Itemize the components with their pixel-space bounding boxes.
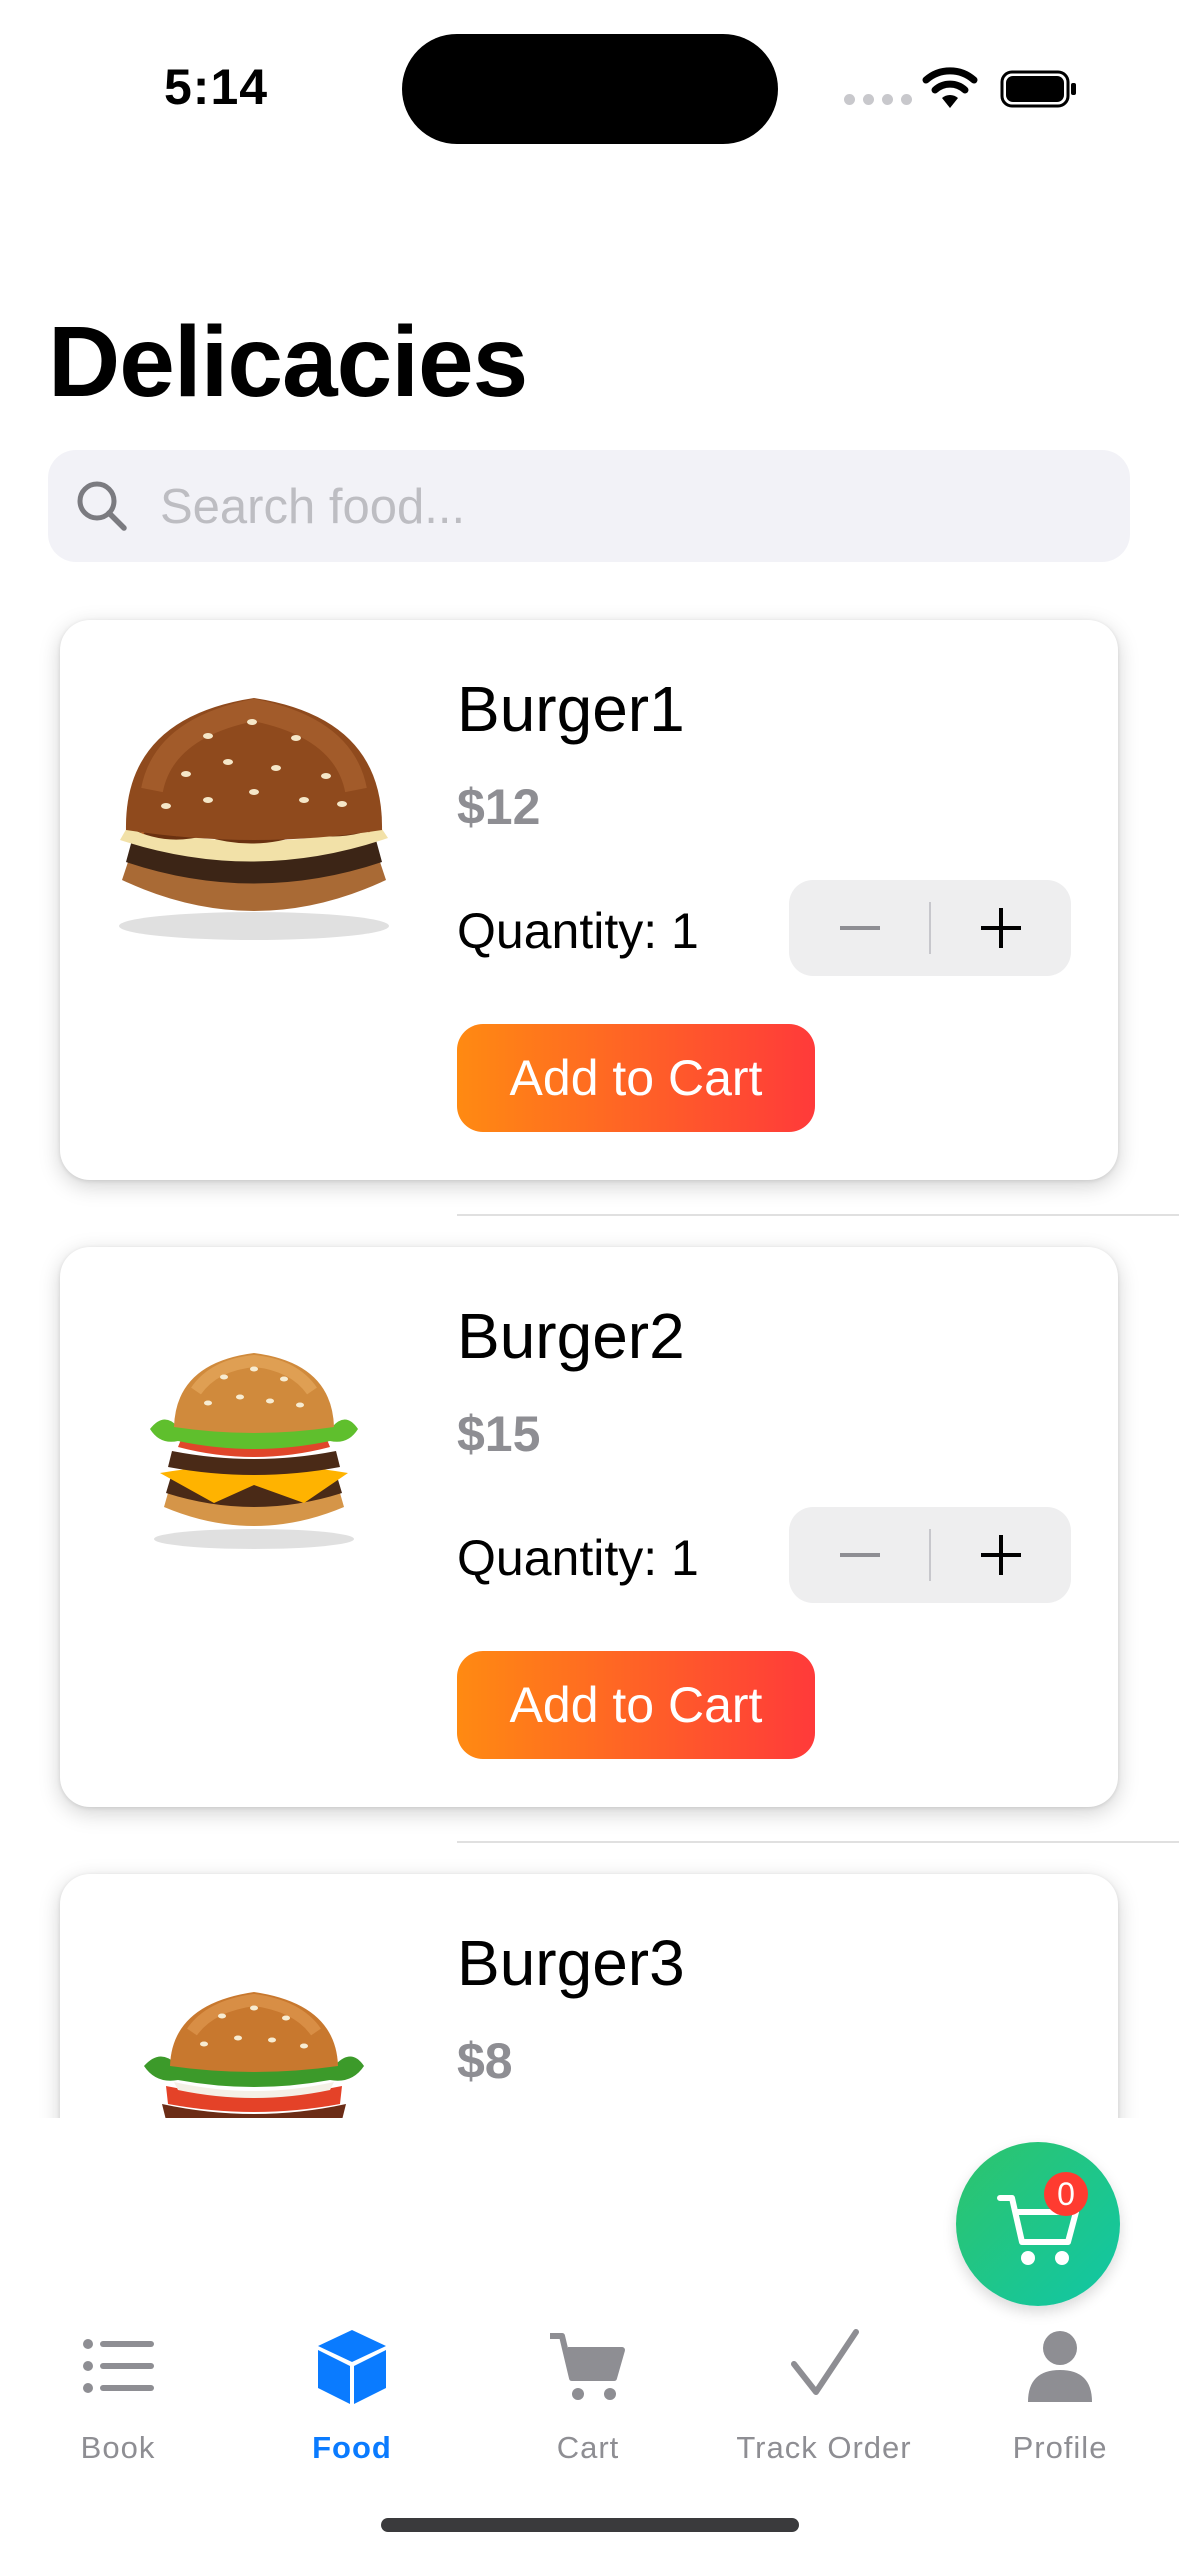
decrement-button[interactable] — [789, 880, 930, 976]
quantity-label: Quantity: 1 — [457, 1530, 699, 1586]
list-separator — [457, 1214, 1179, 1216]
tab-cart[interactable]: Cart — [478, 2320, 698, 2480]
food-name: Burger1 — [457, 673, 685, 745]
food-list[interactable]: Burger1 $12 Quantity: 1 Add to Cart Burg… — [0, 0, 1179, 2118]
tab-label: Food — [312, 2430, 392, 2465]
tab-profile[interactable]: Profile — [950, 2320, 1170, 2480]
burger-image — [119, 698, 389, 940]
increment-button[interactable] — [930, 880, 1071, 976]
plus-icon — [980, 1535, 1021, 1575]
add-to-cart-button[interactable]: Add to Cart — [457, 1651, 815, 1759]
tab-label: Profile — [1012, 2430, 1108, 2465]
food-price: $15 — [457, 1406, 541, 1462]
plus-icon — [980, 908, 1021, 948]
food-name: Burger3 — [457, 1927, 685, 1999]
checkmark-icon — [791, 2329, 859, 2395]
person-icon — [1028, 2331, 1092, 2402]
food-price: $8 — [457, 2033, 513, 2089]
minus-icon — [839, 926, 880, 930]
decrement-button[interactable] — [789, 1507, 930, 1603]
list-separator — [457, 1841, 1179, 1843]
box-icon — [318, 2330, 386, 2404]
home-indicator — [381, 2518, 799, 2532]
tab-book[interactable]: Book — [8, 2320, 228, 2480]
tab-food[interactable]: Food — [242, 2320, 462, 2480]
burger-image — [144, 1992, 364, 2118]
food-card: Burger3 $8 — [60, 1874, 1118, 2118]
add-to-cart-button[interactable]: Add to Cart — [457, 1024, 815, 1132]
tab-label: Cart — [556, 2430, 620, 2465]
quantity-stepper[interactable] — [789, 880, 1071, 976]
quantity-stepper[interactable] — [789, 1507, 1071, 1603]
increment-button[interactable] — [930, 1507, 1071, 1603]
food-name: Burger2 — [457, 1300, 685, 1372]
list-icon — [83, 2339, 154, 2393]
tab-track-order[interactable]: Track Order — [714, 2320, 934, 2480]
cart-icon — [550, 2333, 625, 2400]
food-price: $12 — [457, 779, 541, 835]
food-card: Burger1 $12 Quantity: 1 Add to Cart — [60, 620, 1118, 1180]
tab-label: Track Order — [736, 2430, 912, 2465]
cart-fab-button[interactable]: 0 — [956, 2142, 1120, 2306]
minus-icon — [839, 1553, 880, 1557]
cart-badge: 0 — [1044, 2172, 1088, 2216]
food-card: Burger2 $15 Quantity: 1 Add to Cart — [60, 1247, 1118, 1807]
tab-label: Book — [80, 2430, 156, 2465]
burger-image — [150, 1353, 358, 1549]
quantity-label: Quantity: 1 — [457, 903, 699, 959]
